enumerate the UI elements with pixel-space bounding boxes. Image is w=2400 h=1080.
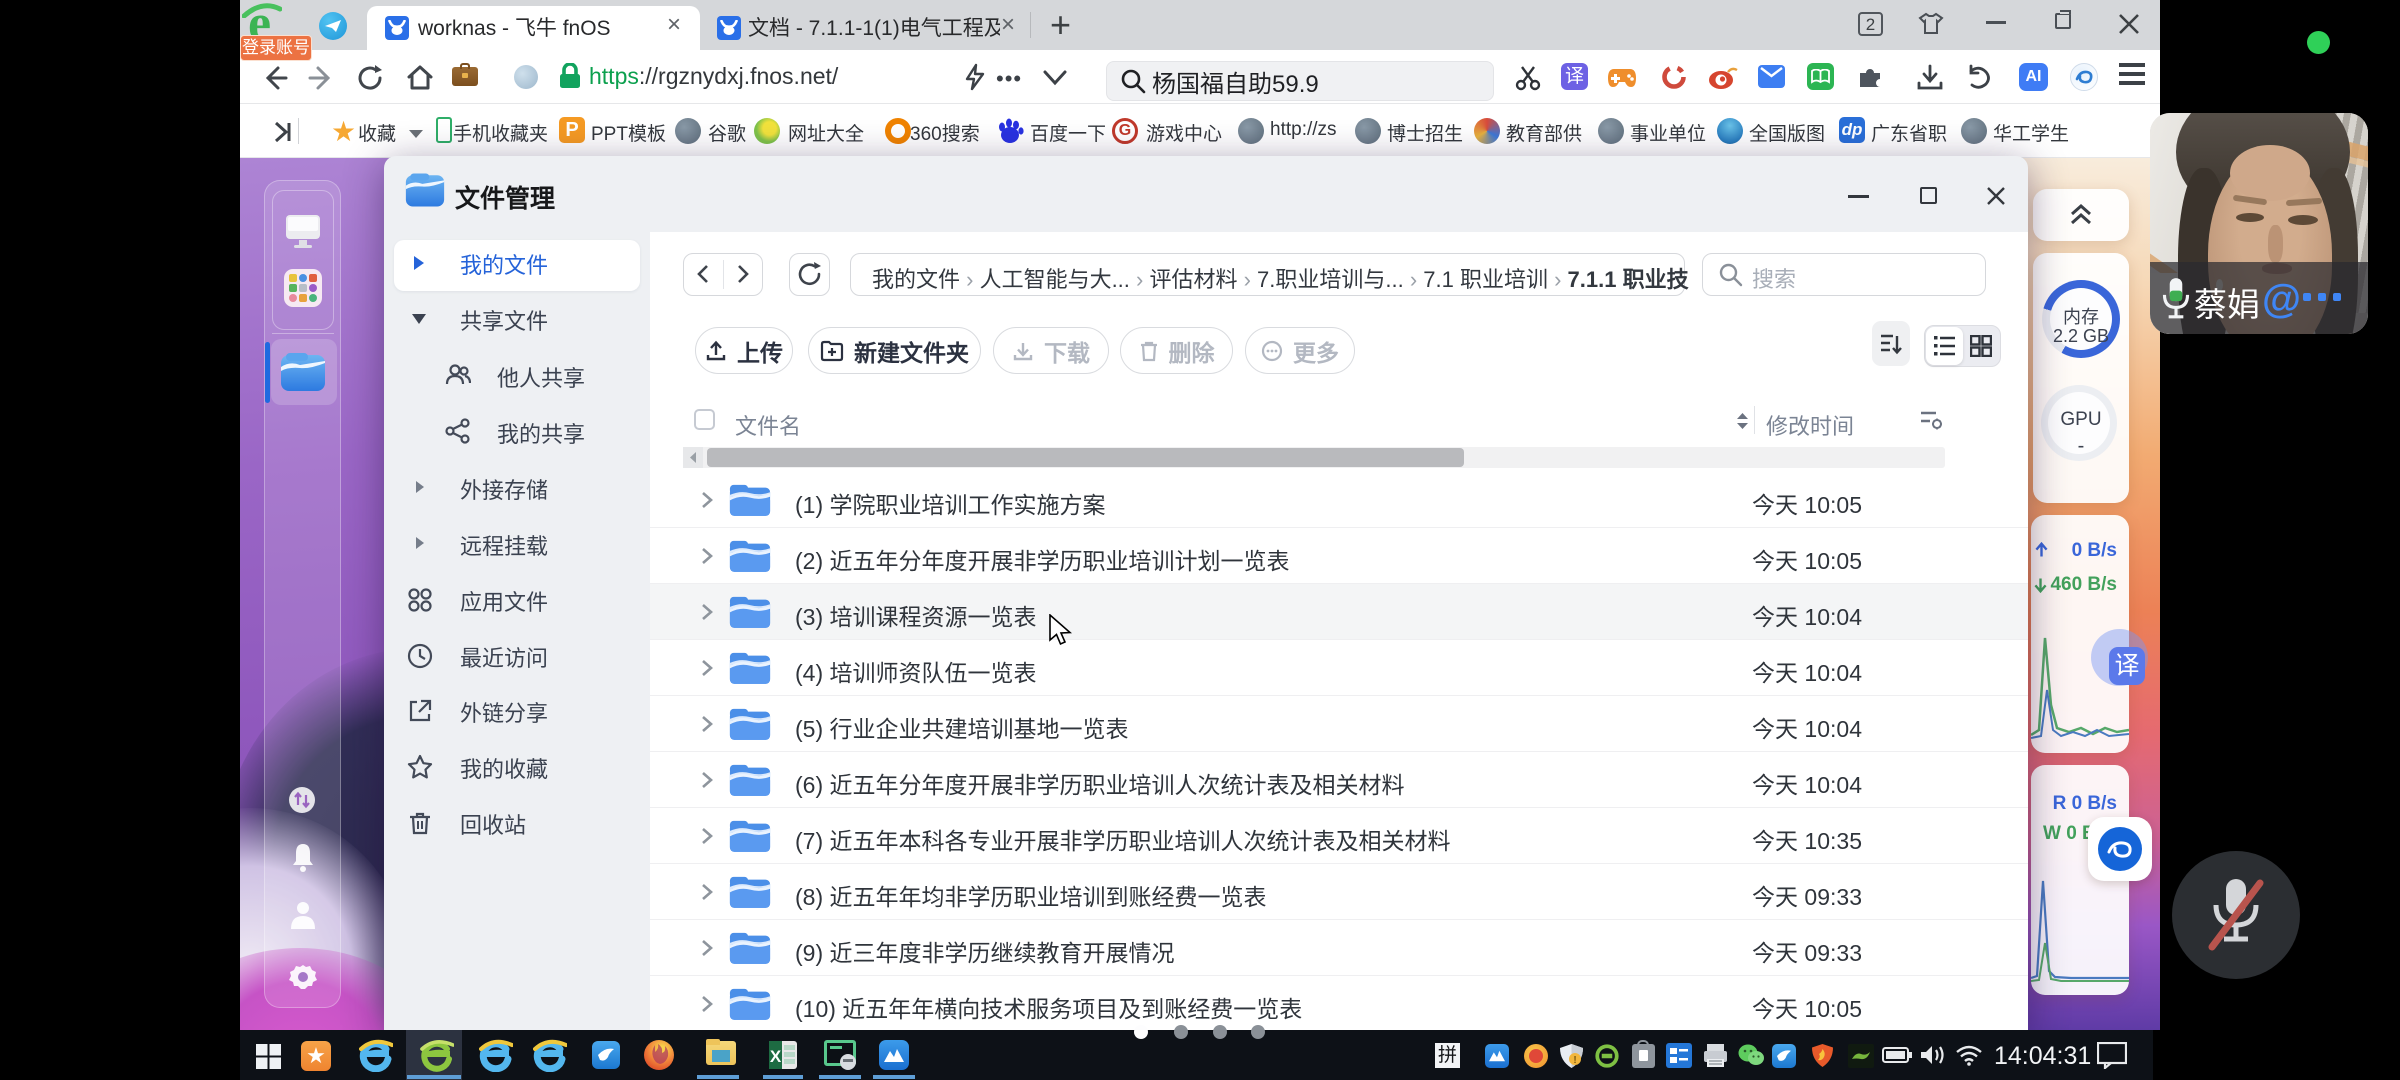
svg-text:X: X: [770, 1047, 782, 1066]
svg-text:!: !: [1573, 1055, 1576, 1066]
